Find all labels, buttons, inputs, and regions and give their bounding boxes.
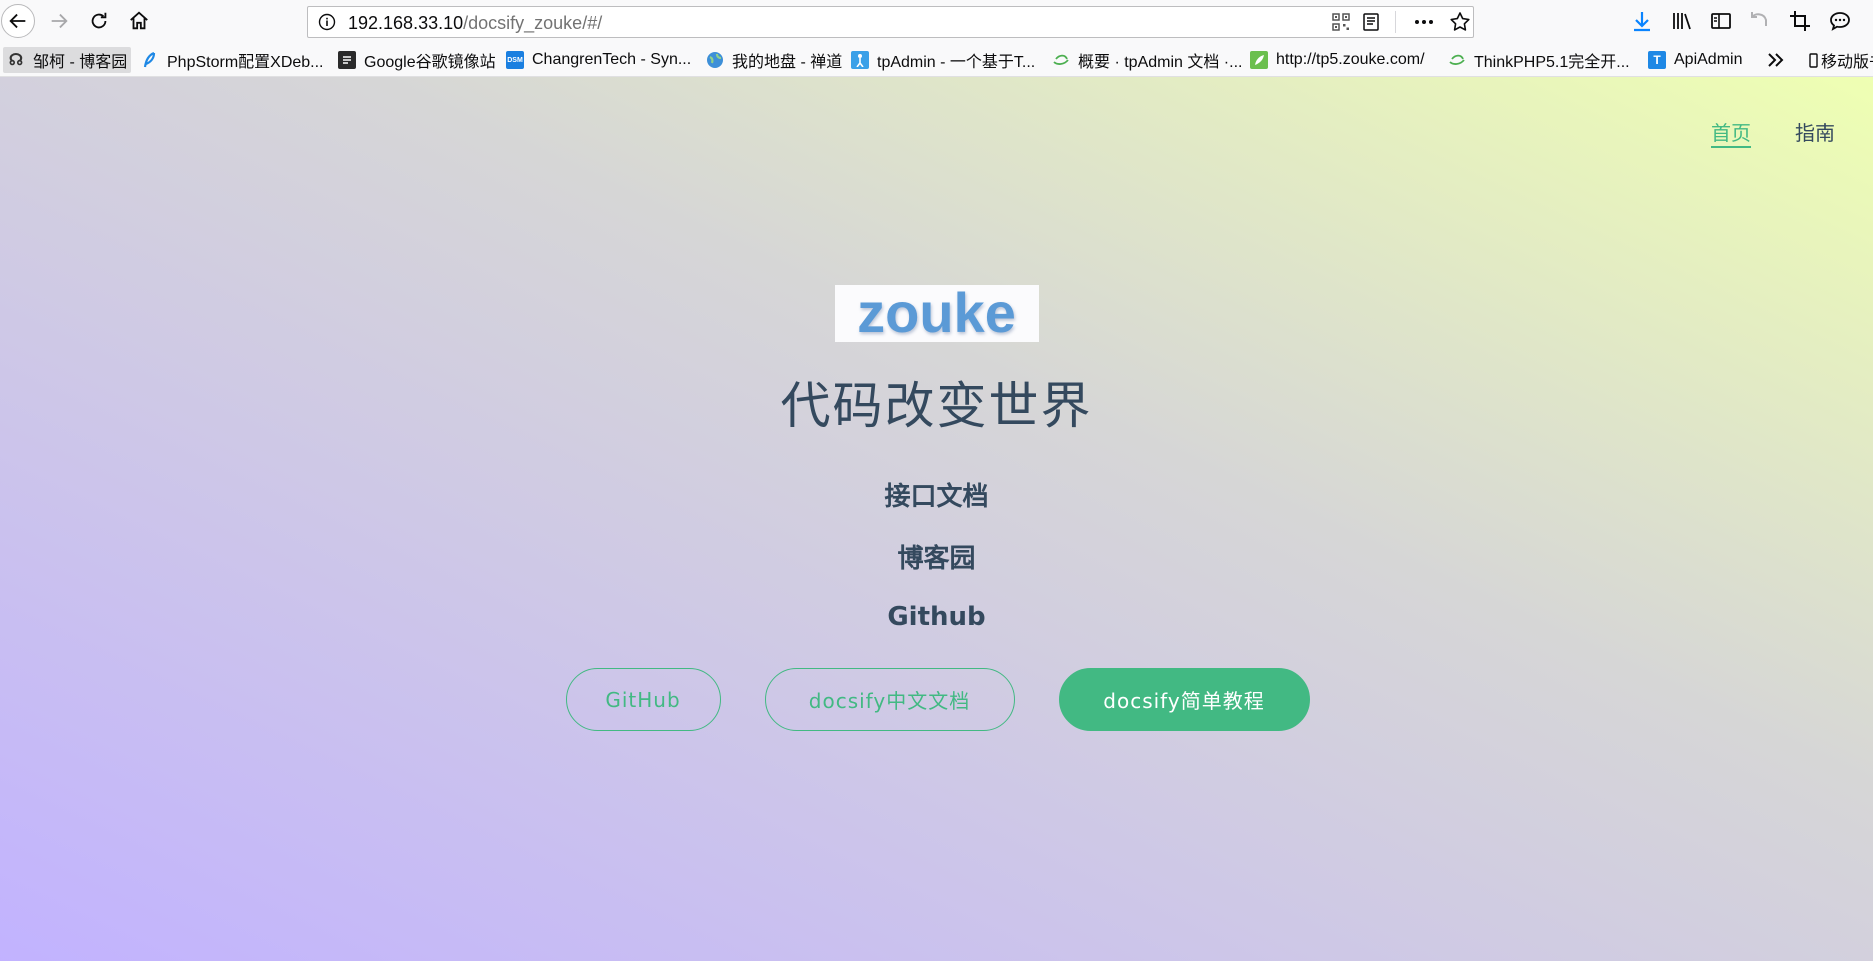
reader-view-icon[interactable] <box>1361 12 1381 32</box>
chat-button[interactable] <box>1828 9 1852 33</box>
link-cnblogs[interactable]: 博客园 <box>0 544 1873 574</box>
double-chevron-icon <box>1768 53 1784 67</box>
bookmark-item[interactable]: http://tp5.zouke.com/ <box>1250 47 1425 73</box>
qr-code-icon[interactable] <box>1332 13 1350 31</box>
bookmark-item[interactable]: tpAdmin - 一个基于T... <box>851 47 1035 73</box>
crop-icon <box>1790 11 1810 31</box>
library-button[interactable] <box>1670 9 1694 33</box>
home-button[interactable] <box>122 4 156 38</box>
docsify-tutorial-button[interactable]: docsify简单教程 <box>1058 668 1310 731</box>
info-icon[interactable] <box>318 13 336 31</box>
cover-slogan: 代码改变世界 <box>780 377 1093 435</box>
chat-bubble-icon <box>1830 12 1850 31</box>
bookmark-item[interactable]: 移动版书签 <box>1808 47 1873 73</box>
url-path: /docsify_zouke/#/ <box>463 13 603 33</box>
site-logo: zouke <box>834 281 1039 344</box>
url-host: 192.168.33.10 <box>348 13 464 33</box>
logo-text: zouke <box>857 281 1016 344</box>
cover-buttons: GitHub docsify中文文档 docsify简单教程 <box>0 668 1873 731</box>
url-bar[interactable]: 192.168.33.10/docsify_zouke/#/ <box>307 6 1474 38</box>
bookmark-label: ChangrenTech - Syn... <box>532 51 692 68</box>
url-separator <box>1395 11 1396 33</box>
docsify-cover-page: 首页 指南 zouke 代码改变世界 接口文档 博客园 Github GitHu… <box>0 77 1873 961</box>
bookmark-label: 移动版书签 <box>1821 54 1873 71</box>
bookmark-label: Google谷歌镜像站 <box>364 54 496 71</box>
bookmark-label: http://tp5.zouke.com/ <box>1276 51 1425 68</box>
downloads-button[interactable] <box>1630 9 1654 33</box>
gitbook-icon <box>1052 51 1070 69</box>
back-arrow-icon <box>9 13 26 29</box>
github-button[interactable]: GitHub <box>565 668 721 731</box>
home-icon <box>130 11 148 30</box>
bookmark-label: ThinkPHP5.1完全开... <box>1474 54 1630 71</box>
bookmark-item[interactable]: 我的地盘 - 禅道 <box>706 47 842 73</box>
bookmark-item[interactable]: ☊ 邹柯 - 博客园 <box>3 47 132 73</box>
leaf-icon <box>1250 51 1268 69</box>
bookmark-item[interactable]: PhpStorm配置XDeb... <box>141 47 324 73</box>
dsm-icon: DSM <box>506 51 524 69</box>
reload-button[interactable] <box>82 4 116 38</box>
screenshot-button[interactable] <box>1788 9 1812 33</box>
t-icon: T <box>1648 51 1666 69</box>
bookmark-item[interactable]: 概要 · tpAdmin 文档 ·... <box>1052 47 1242 73</box>
cover-main: zouke 代码改变世界 接口文档 博客园 Github GitHub docs… <box>0 281 1873 731</box>
bookmark-item[interactable]: Google谷歌镜像站 <box>338 47 496 73</box>
bookmark-label: ApiAdmin <box>1674 51 1743 68</box>
cnblogs-icon: ☊ <box>8 52 24 69</box>
bookmark-label: PhpStorm配置XDeb... <box>167 54 324 71</box>
forward-arrow-icon <box>51 13 68 29</box>
forward-button[interactable] <box>42 4 76 38</box>
download-icon <box>1634 12 1650 32</box>
bookmark-item[interactable]: T ApiAdmin <box>1648 47 1742 73</box>
top-nav: 首页 指南 <box>1711 117 1835 146</box>
bookmarks-overflow-button[interactable] <box>1766 47 1786 73</box>
mobile-icon <box>1808 51 1818 69</box>
link-github[interactable]: Github <box>0 602 1873 632</box>
link-api-docs[interactable]: 接口文档 <box>0 482 1873 512</box>
cover-links: 接口文档 博客园 Github <box>0 482 1873 632</box>
doc-icon <box>338 51 356 69</box>
bookmarks-bar: ☊ 邹柯 - 博客园 PhpStorm配置XDeb... Google谷歌镜像站… <box>0 43 1873 77</box>
more-actions-icon[interactable] <box>1411 11 1437 33</box>
globe-icon <box>706 51 724 69</box>
undo-icon <box>1751 12 1767 26</box>
bookmark-item[interactable]: DSM ChangrenTech - Syn... <box>506 47 691 73</box>
nav-link-guide[interactable]: 指南 <box>1795 117 1835 146</box>
sidebar-button[interactable] <box>1709 9 1733 33</box>
feather-icon <box>141 51 159 69</box>
gitbook-icon <box>1448 51 1466 69</box>
docsify-docs-button[interactable]: docsify中文文档 <box>764 668 1015 731</box>
bookmark-label: 我的地盘 - 禅道 <box>732 54 843 71</box>
browser-toolbar: 192.168.33.10/docsify_zouke/#/ <box>0 0 1873 43</box>
bookmark-label: 邹柯 - 博客园 <box>33 54 128 71</box>
nav-link-home[interactable]: 首页 <box>1711 117 1751 146</box>
sidebar-icon <box>1711 13 1731 29</box>
url-text[interactable]: 192.168.33.10/docsify_zouke/#/ <box>348 13 602 34</box>
reload-icon <box>91 12 107 29</box>
person-icon <box>851 51 869 69</box>
undo-button[interactable] <box>1748 9 1772 33</box>
bookmark-label: 概要 · tpAdmin 文档 ·... <box>1078 54 1243 71</box>
back-button[interactable] <box>1 4 35 38</box>
bookmark-label: tpAdmin - 一个基于T... <box>877 54 1036 71</box>
library-icon <box>1673 13 1691 30</box>
bookmark-star-icon[interactable] <box>1448 10 1472 34</box>
bookmark-item[interactable]: ThinkPHP5.1完全开... <box>1448 47 1630 73</box>
